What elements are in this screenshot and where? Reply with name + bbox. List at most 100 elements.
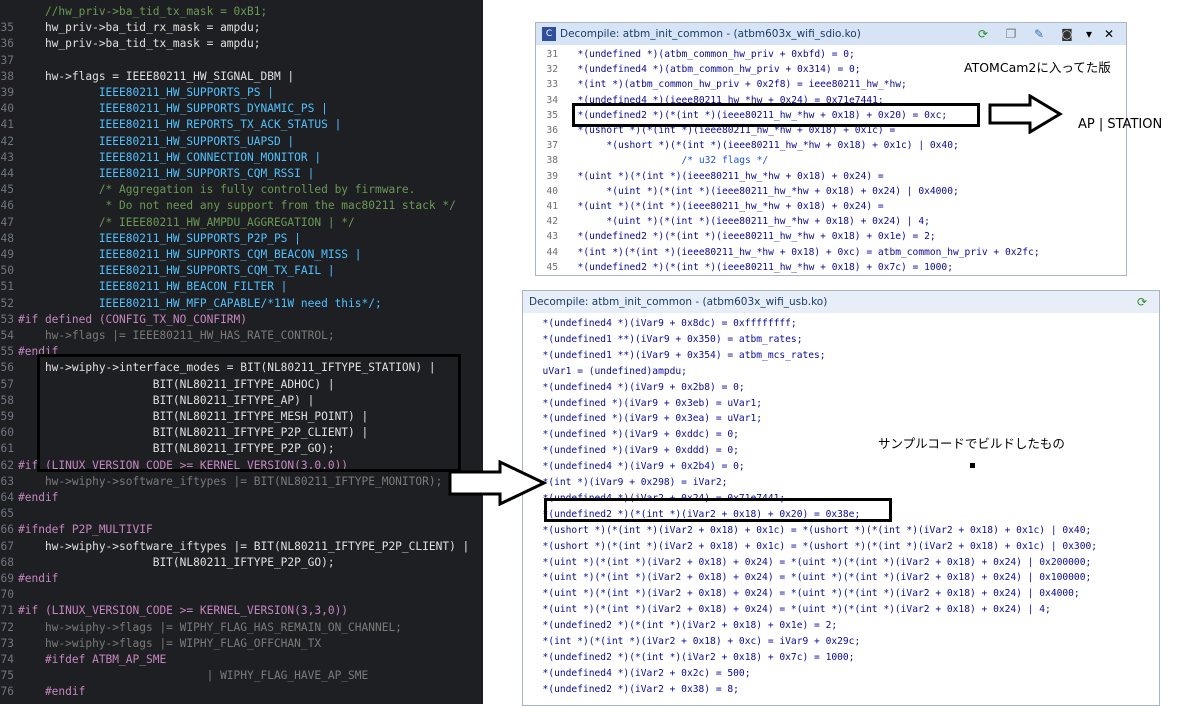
code-text: *(uint *)(*(int *)(ieee80211_hw_*hw + 0x… [566, 216, 930, 228]
code-text: *(uint *)(*(int *)(ieee80211_hw_*hw + 0x… [566, 170, 884, 182]
annotation-atomcam2: ATOMCam2に入ってた版 [964, 60, 1111, 75]
decompile-line: *(undefined *)(iVar9 + 0x3eb) = uVar1; [523, 396, 1159, 411]
code-text: *(uint *)(*(int *)(ieee80211_hw_*hw + 0x… [566, 185, 959, 197]
decompile-line: *(undefined4 *)(iVar9 + 0x2b8) = 0; [523, 380, 1159, 395]
decompile-line: *(undefined4 *)(iVar9 + 0x8dc) = 0xfffff… [523, 316, 1159, 331]
decompile-line: *(undefined4 *)(iVar2 + 0x2c) = 500; [523, 666, 1159, 681]
decompile-line: *(uint *)(*(int *)(iVar2 + 0x18) + 0x24)… [523, 602, 1159, 617]
arrow-right-icon [448, 460, 548, 506]
code-text: *(uint *)(*(int *)(iVar2 + 0x18) + 0x24)… [531, 604, 1051, 616]
code-text: *(undefined *)(atbm_common_hw_priv + 0xb… [566, 49, 855, 60]
line-number: 32 [546, 64, 558, 76]
decompile-line: uVar1 = (undefined)ampdu; [523, 364, 1159, 379]
code-text: *(undefined4 *)(iVar9 + 0x2b4) = 0; [531, 461, 745, 473]
decompile-line: *(undefined *)(iVar9 + 0x3ea) = uVar1; [523, 411, 1159, 426]
code-text: *(undefined4 *)(iVar2 + 0x2c) = 500; [531, 667, 751, 679]
decompile-line: *(undefined1 **)(iVar9 + 0x354) = atbm_m… [523, 348, 1159, 363]
line-number: 31 [546, 49, 558, 60]
code-text: /* Aggregation is fully controlled by fi… [18, 183, 416, 197]
window-title: Decompile: atbm_init_common - (atbm603x_… [560, 28, 861, 40]
code-text: *(int *)(*(int *)(ieee80211_hw_*hw + 0x1… [566, 246, 1040, 258]
code-text: *(ushort *)(*(int *)(ieee80211_hw_*hw + … [566, 140, 959, 152]
code-text: * Do not need any support from the mac80… [18, 199, 456, 213]
code-text: *(ushort *)(*(int *)(iVar2 + 0x18) + 0x1… [531, 540, 1098, 552]
line-number: 43 [546, 231, 558, 243]
code-text: hw->wiphy->software_iftypes |= BIT(NL802… [18, 539, 470, 553]
code-line: 76 #endif [0, 682, 86, 701]
arrow-right-icon [988, 94, 1063, 134]
code-text: *(undefined1 **)(iVar9 + 0x354) = atbm_m… [531, 349, 826, 361]
code-text: //hw_priv->ba_tid_tx_mask = 0xB1; [18, 5, 268, 18]
copy-icon[interactable]: ❐ [1004, 27, 1018, 41]
refresh-icon[interactable]: ⟳ [976, 27, 990, 41]
window-title: Decompile: atbm_init_common - (atbm603x_… [529, 296, 828, 308]
code-text: hw_priv->ba_tid_tx_mask = ampdu; [18, 37, 261, 51]
decompile-line: *(undefined2 *)(*(int *)(iVar2 + 0x18) +… [523, 650, 1159, 665]
code-text: #if (LINUX_VERSION_CODE >= KERNEL_VERSIO… [18, 604, 349, 618]
edit-icon[interactable]: ✎ [1032, 27, 1046, 41]
code-text: /* IEEE80211_HW_AMPDU_AGGREGATION | */ [18, 215, 355, 229]
code-text: *(undefined4 *)(iVar9 + 0x8dc) = 0xfffff… [531, 318, 797, 329]
line-number: 76 [0, 685, 14, 699]
code-text: *(undefined4 *)(atbm_common_hw_priv + 0x… [566, 64, 861, 76]
code-text: IEEE80211_HW_SUPPORTS_P2P_PS | [18, 231, 301, 245]
line-number: 33 [546, 79, 558, 91]
decompile-window-title-bar: Decompile: atbm_init_common - (atbm603x_… [523, 291, 1159, 313]
code-line: 36 hw_priv->ba_tid_tx_mask = ampdu; [0, 34, 261, 53]
line-number: 41 [546, 201, 558, 212]
code-text: #endif [18, 491, 59, 504]
decompile-line: 44 *(int *)(*(int *)(ieee80211_hw_*hw + … [536, 245, 1126, 260]
code-text: *(undefined2 *)(*(int *)(iVar2 + 0x18) +… [531, 651, 855, 663]
code-text: *(undefined2 *)(*(int *)(iVar2 + 0x18) +… [531, 620, 838, 632]
code-text: hw_priv->ba_tid_rx_mask = ampdu; [18, 21, 261, 35]
code-text: #endif [18, 685, 86, 699]
refresh-icon[interactable]: ⟳ [1135, 295, 1149, 309]
decompile-line: *(ushort *)(*(int *)(iVar2 + 0x18) + 0x1… [523, 523, 1159, 538]
code-text: *(int *)(atbm_common_hw_priv + 0x2f8) = … [566, 79, 907, 91]
bullet-dot [970, 463, 975, 468]
code-text: hw->wiphy->flags |= WIPHY_FLAG_OFFCHAN_T… [18, 636, 322, 650]
code-text: *(undefined *)(iVar9 + 0xddc) = 0; [531, 429, 739, 441]
code-text: #endif [18, 572, 59, 585]
code-text: *(uint *)(*(int *)(ieee80211_hw_*hw + 0x… [566, 201, 884, 212]
code-text: | WIPHY_FLAG_HAVE_AP_SME [18, 669, 369, 683]
decompile-line: *(ushort *)(*(int *)(iVar2 + 0x18) + 0x1… [523, 539, 1159, 554]
code-text: BIT(NL80211_IFTYPE_P2P_GO); [18, 555, 335, 569]
code-text: *(undefined *)(iVar9 + 0x3eb) = uVar1; [531, 397, 763, 409]
line-number: 42 [546, 216, 558, 228]
decompile-line: *(undefined4 *)(iVar9 + 0x2b4) = 0; [523, 459, 1159, 474]
highlight-box-interface-modes [37, 354, 461, 472]
highlight-box-usb-line [544, 498, 892, 522]
chevron-down-icon[interactable]: ▾ [1082, 27, 1096, 41]
decompile-line: 42 *(uint *)(*(int *)(ieee80211_hw_*hw +… [536, 214, 1126, 229]
code-text: *(undefined2 *)(*(int *)(ieee80211_hw_*h… [566, 231, 936, 243]
decompile-line: 40 *(uint *)(*(int *)(ieee80211_hw_*hw +… [536, 184, 1126, 199]
code-text: IEEE80211_HW_SUPPORTS_CQM_RSSI | [18, 167, 315, 180]
snapshot-icon[interactable]: ◙ [1060, 27, 1074, 41]
decompile-line: 41 *(uint *)(*(int *)(ieee80211_hw_*hw +… [536, 199, 1126, 214]
code-text: *(uint *)(*(int *)(iVar2 + 0x18) + 0x24)… [531, 556, 1092, 568]
line-number: 35 [546, 109, 558, 121]
close-icon[interactable]: ✕ [1102, 27, 1116, 41]
decompile-line: *(uint *)(*(int *)(iVar2 + 0x18) + 0x24)… [523, 555, 1159, 570]
code-text: *(int *)(iVar9 + 0x298) = iVar2; [531, 477, 728, 488]
code-text: uVar1 = (undefined)ampdu; [531, 365, 687, 377]
code-text: *(ushort *)(*(int *)(iVar2 + 0x18) + 0x1… [531, 524, 1092, 536]
line-number: 40 [546, 185, 558, 197]
line-number: 39 [546, 170, 558, 182]
line-number: 38 [546, 155, 558, 167]
code-text: IEEE80211_HW_REPORTS_TX_ACK_STATUS | [18, 118, 342, 132]
decompile-line: 33 *(int *)(atbm_common_hw_priv + 0x2f8)… [536, 77, 1126, 92]
code-text: IEEE80211_HW_CONNECTION_MONITOR | [18, 150, 322, 164]
code-text: IEEE80211_HW_SUPPORTS_DYNAMIC_PS | [18, 102, 328, 116]
code-text: hw->flags |= IEEE80211_HW_HAS_RATE_CONTR… [18, 329, 335, 342]
code-text: *(undefined *)(iVar9 + 0xddd) = 0; [531, 445, 739, 457]
decompile-line: *(undefined2 *)(*(int *)(iVar2 + 0x18) +… [523, 618, 1159, 633]
code-text: *(uint *)(*(int *)(iVar2 + 0x18) + 0x24)… [531, 572, 1092, 584]
code-text: *(uint *)(*(int *)(iVar2 + 0x18) + 0x24)… [531, 588, 1080, 600]
decompile-line: *(uint *)(*(int *)(iVar2 + 0x18) + 0x24)… [523, 570, 1159, 585]
code-text: hw->flags = IEEE80211_HW_SIGNAL_DBM | [18, 69, 295, 83]
decompile-line: 38 /* u32 flags */ [536, 153, 1126, 168]
source-code-editor[interactable]: //hw_priv->ba_tid_tx_mask = 0xB1; 35 hw_p… [0, 0, 483, 704]
code-text: *(undefined2 *)(*(int *)(ieee80211_hw_*h… [566, 261, 953, 273]
